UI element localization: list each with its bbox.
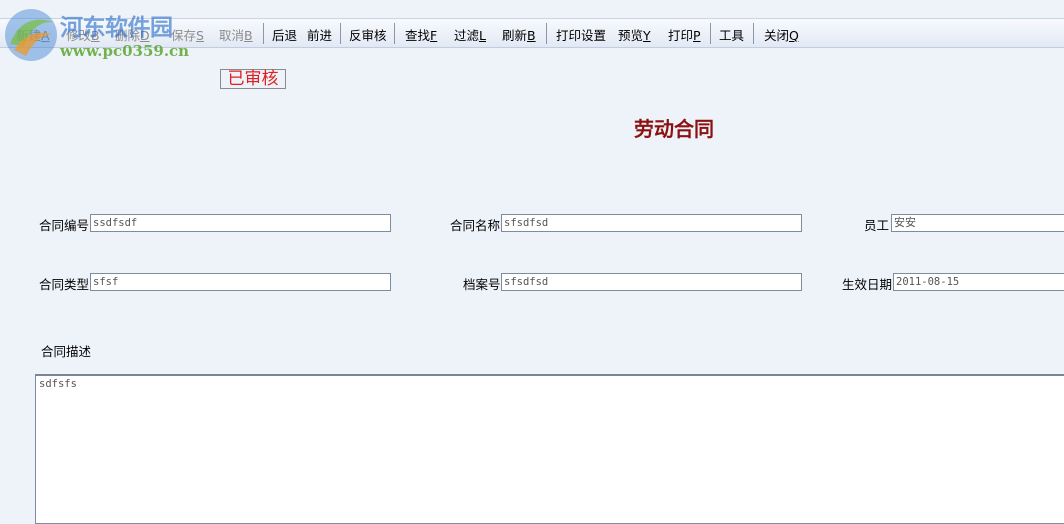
- employee-field[interactable]: 安安: [891, 214, 1064, 232]
- toolbar-separator: [394, 23, 395, 44]
- contract-no-label: 合同编号: [39, 218, 90, 233]
- effective-date-field[interactable]: 2011-08-15: [893, 273, 1064, 291]
- toolbar-separator: [710, 23, 711, 44]
- toolbar-separator: [753, 23, 754, 44]
- print-settings-button[interactable]: 打印设置: [556, 25, 606, 44]
- close-button[interactable]: 关闭Q: [764, 25, 799, 44]
- back-button[interactable]: 后退: [272, 25, 297, 44]
- refresh-button[interactable]: 刷新B: [502, 25, 536, 44]
- contract-no-field[interactable]: ssdfsdf: [90, 214, 391, 232]
- modify-button[interactable]: 修改B: [66, 25, 100, 44]
- employee-label: 员工: [864, 218, 890, 233]
- contract-type-label: 合同类型: [39, 277, 90, 292]
- save-button[interactable]: 保存S: [171, 25, 204, 44]
- audit-status-stamp: 已审核: [220, 69, 286, 89]
- toolbar-separator: [263, 23, 264, 44]
- file-no-field[interactable]: sfsdfsd: [501, 273, 802, 291]
- description-label: 合同描述: [41, 344, 92, 359]
- preview-button[interactable]: 预览Y: [618, 25, 651, 44]
- new-button[interactable]: 新建A: [16, 25, 50, 44]
- contract-type-field[interactable]: sfsf: [90, 273, 391, 291]
- toolbar: 新建A 修改B 删除D 保存S 取消B 后退 前进 反审核 查找F 过滤L 刷新…: [0, 18, 1064, 48]
- effective-date-label: 生效日期: [842, 277, 893, 292]
- forward-button[interactable]: 前进: [307, 25, 332, 44]
- contract-name-field[interactable]: sfsdfsd: [501, 214, 802, 232]
- unaudit-button[interactable]: 反审核: [349, 25, 387, 44]
- page-title: 劳动合同: [634, 117, 714, 141]
- cancel-button[interactable]: 取消B: [219, 25, 253, 44]
- file-no-label: 档案号: [463, 277, 501, 292]
- find-button[interactable]: 查找F: [405, 25, 437, 44]
- print-button[interactable]: 打印P: [668, 25, 701, 44]
- toolbar-separator: [546, 23, 547, 44]
- filter-button[interactable]: 过滤L: [454, 25, 486, 44]
- contract-name-label: 合同名称: [450, 218, 501, 233]
- toolbar-separator: [340, 23, 341, 44]
- delete-button[interactable]: 删除D: [115, 25, 150, 44]
- tools-button[interactable]: 工具: [719, 25, 744, 44]
- description-textarea[interactable]: sdfsfs: [35, 374, 1064, 524]
